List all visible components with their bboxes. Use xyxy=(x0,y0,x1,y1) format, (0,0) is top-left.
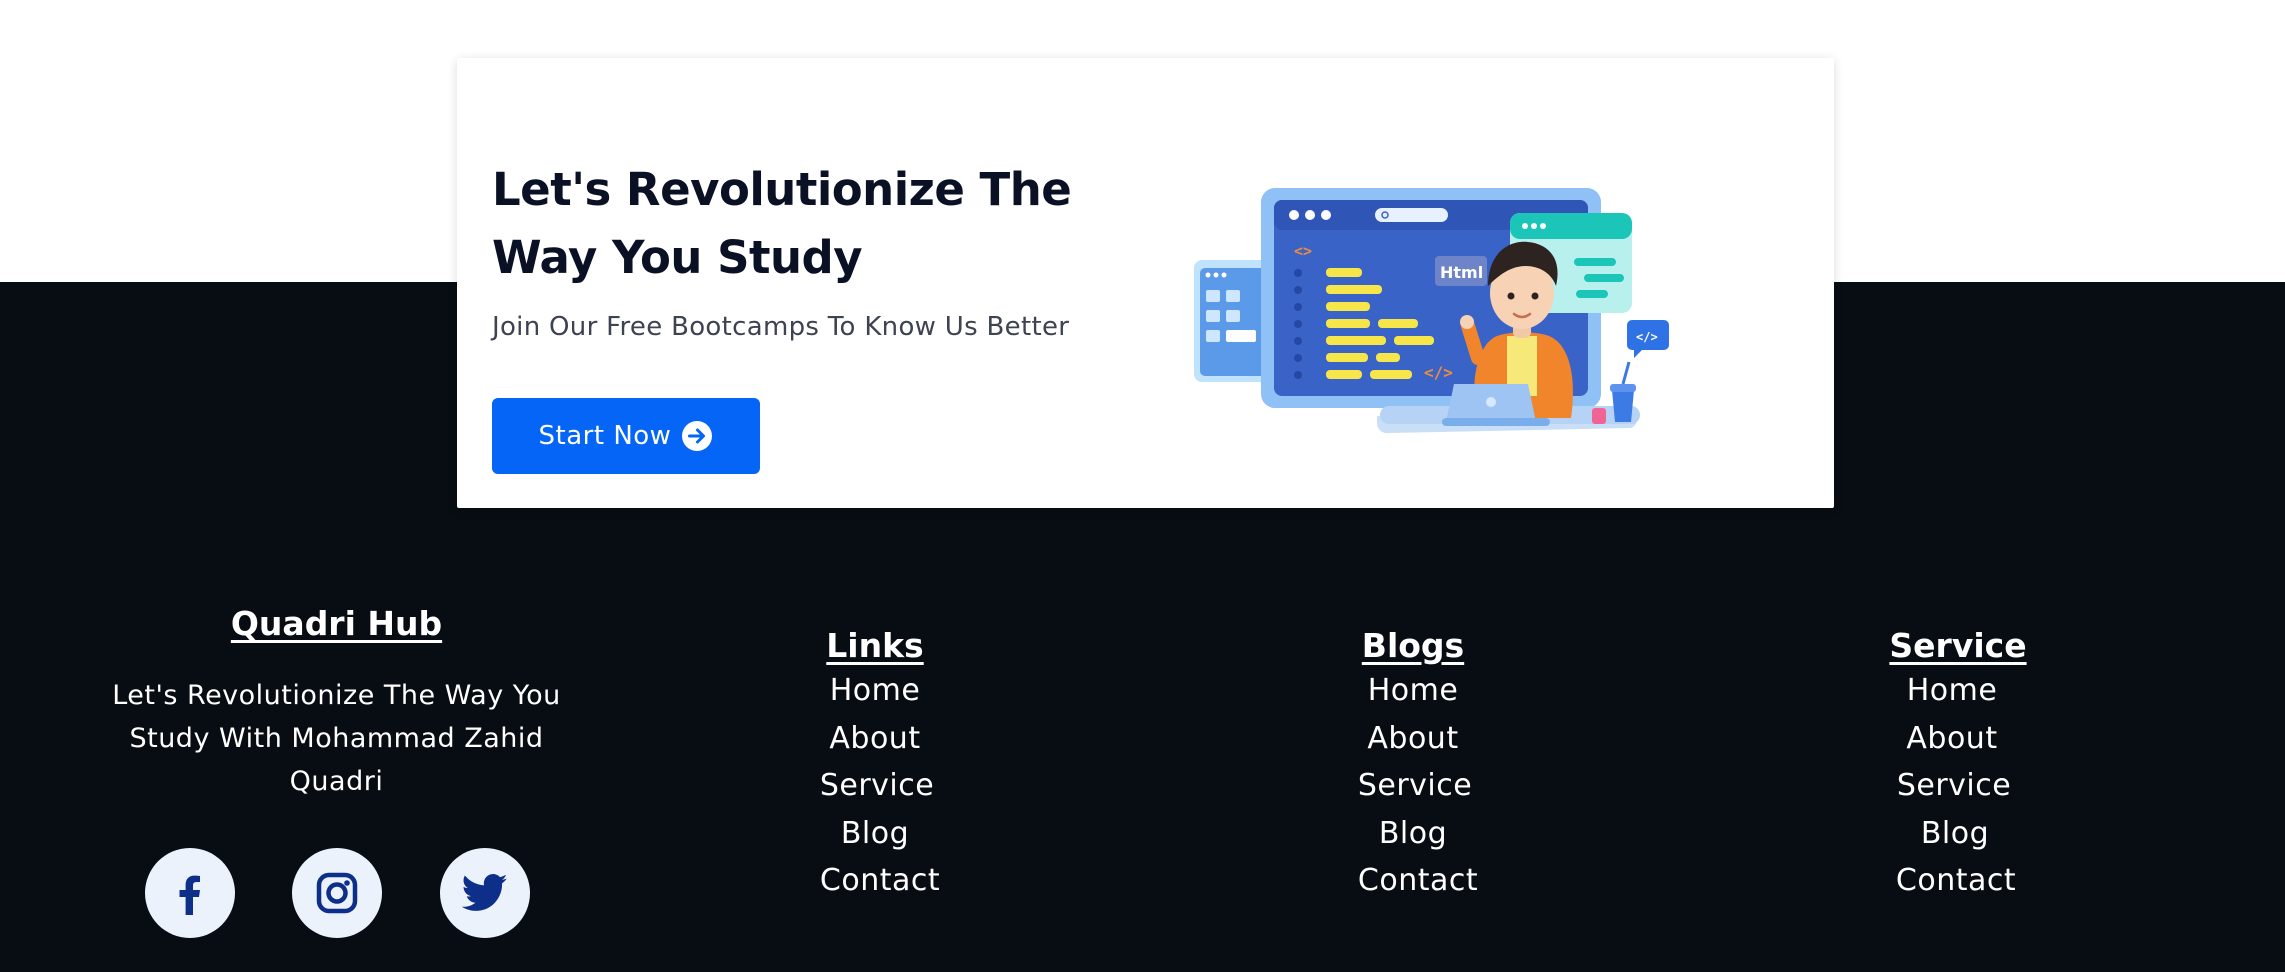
blogs-item-blog[interactable]: Blog xyxy=(1263,810,1563,858)
blogs-item-about[interactable]: About xyxy=(1263,715,1563,763)
service-item-home[interactable]: Home xyxy=(1808,667,2108,715)
svg-text:</>: </> xyxy=(1636,330,1658,344)
links-item-about[interactable]: About xyxy=(725,715,1025,763)
links-column-title[interactable]: Links xyxy=(826,626,923,665)
blogs-item-service[interactable]: Service xyxy=(1263,762,1563,810)
links-item-contact[interactable]: Contact xyxy=(725,857,1025,905)
brand-title[interactable]: Quadri Hub xyxy=(231,604,442,643)
links-column: Links Home About Service Blog Contact xyxy=(725,626,1025,905)
start-now-label: Start Now xyxy=(538,421,672,451)
svg-text:Html: Html xyxy=(1440,263,1483,282)
links-item-service[interactable]: Service xyxy=(725,762,1025,810)
facebook-icon xyxy=(179,875,200,915)
service-item-service[interactable]: Service xyxy=(1808,762,2108,810)
cta-title: Let's Revolutionize The Way You Study xyxy=(492,163,1072,284)
service-item-contact[interactable]: Contact xyxy=(1808,857,2108,905)
brand-description: Let's Revolutionize The Way You Study Wi… xyxy=(112,680,561,797)
service-column: Service Home About Service Blog Contact xyxy=(1808,626,2108,905)
links-item-home[interactable]: Home xyxy=(725,667,1025,715)
instagram-button[interactable] xyxy=(292,848,382,938)
blogs-item-home[interactable]: Home xyxy=(1263,667,1563,715)
svg-text:</>: </> xyxy=(1424,363,1453,382)
coding-illustration: <> Html </> </> xyxy=(1194,188,1669,434)
cta-subtitle: Join Our Free Bootcamps To Know Us Bette… xyxy=(492,312,1070,342)
links-item-blog[interactable]: Blog xyxy=(725,810,1025,858)
svg-text:<>: <> xyxy=(1294,242,1312,260)
facebook-button[interactable] xyxy=(145,848,235,938)
blogs-column: Blogs Home About Service Blog Contact xyxy=(1263,626,1563,905)
twitter-button[interactable] xyxy=(440,848,530,938)
blogs-item-contact[interactable]: Contact xyxy=(1263,857,1563,905)
footer-brand: Quadri Hub xyxy=(95,604,578,643)
service-column-title[interactable]: Service xyxy=(1889,626,2026,665)
instagram-icon xyxy=(316,872,358,914)
twitter-icon xyxy=(462,874,508,911)
cta-card: Let's Revolutionize The Way You Study Jo… xyxy=(457,58,1834,508)
service-item-blog[interactable]: Blog xyxy=(1808,810,2108,858)
service-item-about[interactable]: About xyxy=(1808,715,2108,763)
blogs-column-title[interactable]: Blogs xyxy=(1362,626,1464,665)
start-now-button[interactable]: Start Now xyxy=(492,398,760,474)
arrow-right-circle-icon xyxy=(682,421,713,451)
